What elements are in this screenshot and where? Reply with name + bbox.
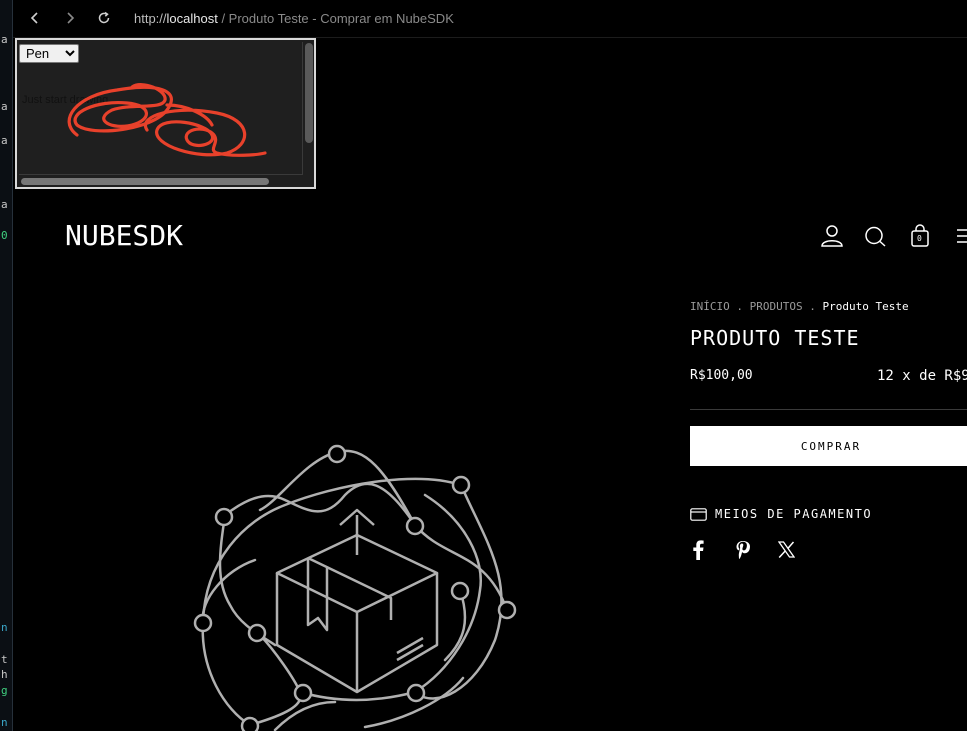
breadcrumb-home[interactable]: INÍCIO <box>690 300 730 313</box>
strip-char: g <box>1 684 8 697</box>
strip-char: n <box>1 716 8 729</box>
facebook-icon <box>693 540 704 560</box>
breadcrumb-current: Produto Teste <box>822 300 909 313</box>
product-title: PRODUTO TESTE <box>690 326 860 350</box>
menu-button[interactable] <box>956 228 967 249</box>
reload-icon <box>98 11 110 24</box>
search-icon <box>865 226 886 247</box>
account-button[interactable] <box>820 225 844 252</box>
strip-char: h <box>1 668 8 681</box>
breadcrumb-separator: . <box>809 300 816 313</box>
strip-char: n <box>1 621 8 634</box>
strip-char: t <box>1 653 8 666</box>
url-page-title: / Produto Teste - Comprar em NubeSDK <box>217 11 454 26</box>
share-facebook[interactable] <box>692 540 704 565</box>
strip-char: 0 <box>1 229 8 242</box>
divider <box>690 409 967 410</box>
drawing-panel: Pen Just start drawing <box>15 38 316 189</box>
chevron-left-icon <box>30 12 38 24</box>
drawing-tool-select[interactable]: Pen <box>19 44 79 63</box>
drawing-canvas[interactable] <box>17 65 297 185</box>
breadcrumb: INÍCIO . PRODUTOS . Produto Teste <box>690 300 909 313</box>
store-logo[interactable]: NUBESDK <box>65 219 183 252</box>
browser-toolbar: http://localhost / Produto Teste - Compr… <box>13 0 967 38</box>
cart-button[interactable]: 0 <box>910 224 930 253</box>
strip-char: a <box>1 134 8 147</box>
back-button[interactable] <box>26 9 44 27</box>
pinterest-icon <box>736 541 750 559</box>
breadcrumb-products[interactable]: PRODUTOS <box>750 300 803 313</box>
vertical-scrollbar[interactable] <box>305 43 313 143</box>
payment-methods-link[interactable]: MEIOS DE PAGAMENTO <box>690 507 872 521</box>
product-placeholder-image <box>193 444 517 731</box>
x-twitter-icon <box>777 541 796 559</box>
url-host: localhost <box>166 11 218 26</box>
search-button[interactable] <box>864 226 888 253</box>
strip-char: a <box>1 198 8 211</box>
hamburger-icon <box>957 229 967 243</box>
strip-char: a <box>1 33 8 46</box>
forward-button[interactable] <box>61 9 79 27</box>
share-x[interactable] <box>777 541 796 563</box>
horizontal-scrollbar[interactable] <box>21 178 269 185</box>
cart-count: 0 <box>917 234 922 243</box>
url-protocol: http:// <box>134 11 167 26</box>
pen-strokes <box>67 83 267 157</box>
share-pinterest[interactable] <box>735 540 751 565</box>
product-price: R$100,00 <box>690 368 753 383</box>
credit-card-icon <box>690 507 707 521</box>
chevron-right-icon <box>67 12 75 24</box>
user-icon <box>821 225 843 247</box>
reload-button[interactable] <box>95 9 113 27</box>
editor-side-strip: a a a a 0 n t h g n <box>0 0 13 731</box>
installments: 12 x de R$9 <box>877 368 967 384</box>
payment-methods-label: MEIOS DE PAGAMENTO <box>715 507 873 521</box>
buy-button[interactable]: COMPRAR <box>690 426 967 466</box>
breadcrumb-separator: . <box>736 300 743 313</box>
strip-char: a <box>1 100 8 113</box>
address-bar[interactable]: http://localhost / Produto Teste - Compr… <box>134 11 454 26</box>
